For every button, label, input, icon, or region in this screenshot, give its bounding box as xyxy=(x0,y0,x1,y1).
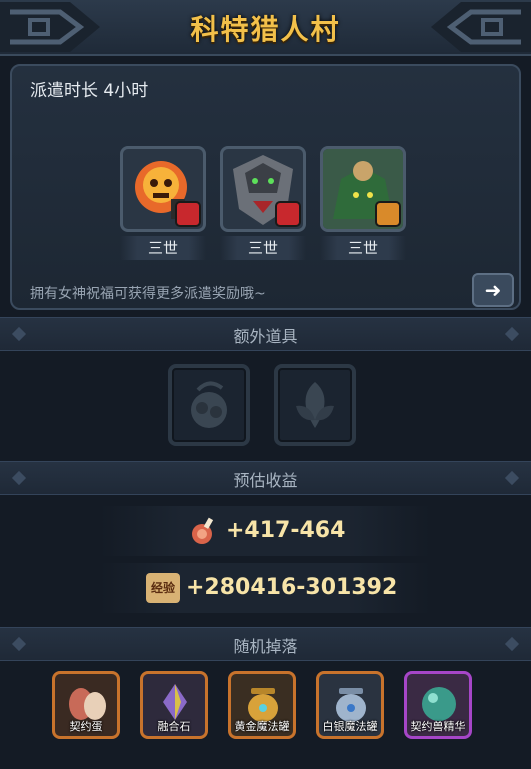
section-random-drops: 随机掉落 xyxy=(0,627,531,661)
hero-portrait xyxy=(320,146,406,232)
fire-element-icon xyxy=(175,201,201,227)
drop-item-beast-essence[interactable]: 契约兽精华 xyxy=(404,671,472,739)
section-title: 预估收益 xyxy=(233,471,298,490)
drop-label: 契约蛋 xyxy=(69,720,103,733)
drop-item-gold-jar[interactable]: 黄金魔法罐 xyxy=(228,671,296,739)
section-estimated-income: 预估收益 xyxy=(0,461,531,495)
header-bar: 科特猎人村 xyxy=(0,0,531,56)
hero-list: 三世 三世 三世 xyxy=(118,146,418,266)
extra-item-slot[interactable] xyxy=(168,364,250,446)
drop-item-silver-jar[interactable]: 白银魔法罐 xyxy=(316,671,384,739)
blessing-hint: 拥有女神祝福可获得更多派遣奖励哦~ xyxy=(30,286,266,302)
hero-card[interactable]: 三世 xyxy=(220,146,306,260)
income-row-exp: 经验 +280416-301392 xyxy=(100,563,430,613)
food-income-value: +417-464 xyxy=(226,518,346,543)
section-title: 随机掉落 xyxy=(233,637,298,656)
drop-label: 融合石 xyxy=(157,720,191,733)
drop-label: 契约兽精华 xyxy=(410,720,466,733)
section-extra-items: 额外道具 xyxy=(0,317,531,351)
meat-icon xyxy=(192,517,214,544)
earth-element-icon xyxy=(375,201,401,227)
leaf-icon xyxy=(296,382,334,428)
hero-generation: 三世 xyxy=(220,236,306,260)
drop-label: 黄金魔法罐 xyxy=(234,720,290,733)
dispatch-duration: 派遣时长 4小时 xyxy=(30,81,149,101)
hero-generation: 三世 xyxy=(120,236,206,260)
ornament-icon xyxy=(431,2,531,52)
drop-item-contract-egg[interactable]: 契约蛋 xyxy=(52,671,120,739)
exp-icon: 经验 xyxy=(146,573,180,603)
exp-income-value: +280416-301392 xyxy=(186,575,398,600)
income-row-food: +417-464 xyxy=(100,506,430,556)
hero-portrait xyxy=(120,146,206,232)
extra-item-slot[interactable] xyxy=(274,364,356,446)
fire-element-icon xyxy=(275,201,301,227)
section-title: 额外道具 xyxy=(233,327,298,346)
drop-label: 白银魔法罐 xyxy=(322,720,378,733)
hero-generation: 三世 xyxy=(320,236,406,260)
drop-item-fusion-stone[interactable]: 融合石 xyxy=(140,671,208,739)
upgrade-button[interactable]: ➜ xyxy=(472,273,514,307)
arrow-up-icon: ➜ xyxy=(484,278,502,302)
hero-card[interactable]: 三世 xyxy=(320,146,406,260)
hero-portrait xyxy=(220,146,306,232)
hero-card[interactable]: 三世 xyxy=(120,146,206,260)
fruit-bag-icon xyxy=(191,381,227,428)
